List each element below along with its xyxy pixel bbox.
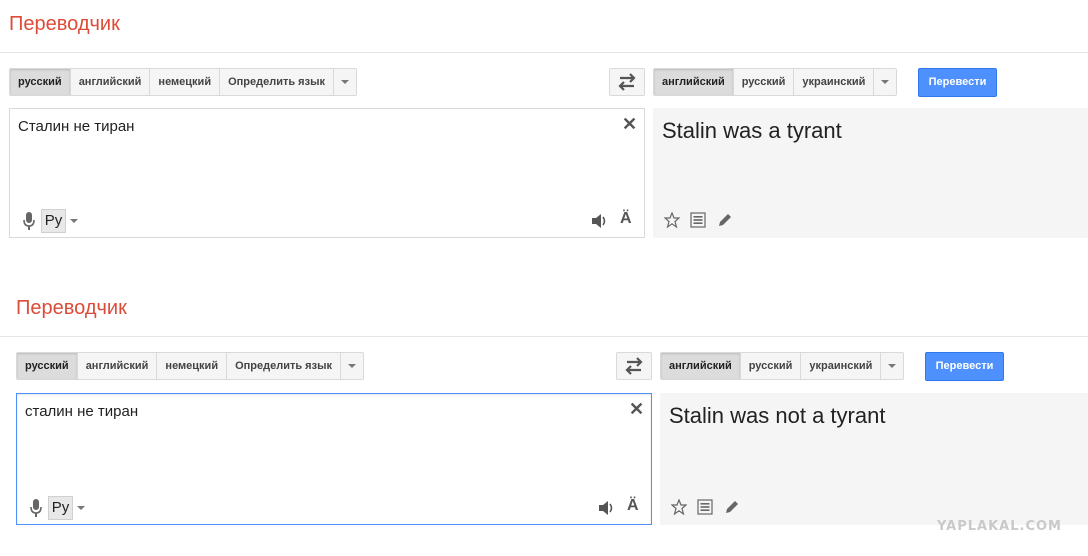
swap-arrows-icon: [618, 73, 636, 91]
target-lang-ukrainian[interactable]: украинский: [801, 353, 882, 379]
page-title: Переводчик: [9, 13, 120, 35]
target-lang-russian[interactable]: русский: [741, 353, 802, 379]
translate-button[interactable]: Перевести: [918, 68, 997, 97]
source-lang-dropdown[interactable]: [334, 69, 356, 95]
virtual-keyboard-button[interactable]: Ä: [627, 497, 639, 515]
target-lang-english[interactable]: английский: [661, 353, 741, 379]
header-divider: [0, 336, 1088, 337]
virtual-keyboard-button[interactable]: Ä: [620, 210, 632, 228]
source-lang-german[interactable]: немецкий: [150, 69, 221, 95]
star-icon[interactable]: [664, 212, 680, 228]
speaker-icon[interactable]: [591, 213, 609, 229]
chevron-down-icon: [888, 364, 897, 368]
source-text: Сталин не тиран: [18, 118, 135, 135]
pencil-icon[interactable]: [724, 499, 740, 515]
source-text: сталин не тиран: [25, 403, 139, 420]
target-lang-dropdown[interactable]: [874, 69, 896, 95]
target-language-bar: английский русский украинский: [660, 352, 905, 380]
source-language-bar: русский английский немецкий Определить я…: [16, 352, 364, 380]
chevron-down-icon[interactable]: [77, 506, 85, 510]
target-lang-russian[interactable]: русский: [734, 69, 795, 95]
header-divider: [0, 52, 1088, 53]
translation-output: Stalin was not a tyrant: [660, 393, 1088, 525]
source-lang-english[interactable]: английский: [78, 353, 158, 379]
source-lang-russian[interactable]: русский: [17, 353, 78, 379]
swap-languages-button[interactable]: [609, 68, 645, 96]
watermark: YAPLAKAL.COM: [937, 519, 1062, 534]
translator-panel-1: Переводчик русский английский немецкий О…: [0, 0, 1088, 250]
chevron-down-icon[interactable]: [70, 219, 78, 223]
close-icon[interactable]: ✕: [622, 114, 637, 135]
input-method-button[interactable]: Ру: [48, 496, 73, 520]
microphone-icon[interactable]: [22, 211, 36, 231]
microphone-icon[interactable]: [29, 498, 43, 518]
source-lang-dropdown[interactable]: [341, 353, 363, 379]
speaker-icon[interactable]: [598, 500, 616, 516]
source-lang-russian[interactable]: русский: [10, 69, 71, 95]
target-language-bar: английский русский украинский: [653, 68, 898, 96]
translate-button[interactable]: Перевести: [925, 352, 1004, 381]
source-lang-detect[interactable]: Определить язык: [220, 69, 334, 95]
source-text-area[interactable]: сталин не тиран ✕ Ру Ä: [16, 393, 652, 525]
translator-panel-2: Переводчик русский английский немецкий О…: [0, 284, 1088, 544]
swap-arrows-icon: [625, 357, 643, 375]
chevron-down-icon: [347, 364, 356, 368]
source-lang-english[interactable]: английский: [71, 69, 151, 95]
source-lang-detect[interactable]: Определить язык: [227, 353, 341, 379]
source-text-area[interactable]: Сталин не тиран ✕ Ру Ä: [9, 108, 645, 238]
target-lang-dropdown[interactable]: [881, 353, 903, 379]
translation-output: Stalin was a tyrant: [653, 108, 1088, 238]
star-icon[interactable]: [671, 499, 687, 515]
translated-text: Stalin was a tyrant: [662, 118, 842, 143]
pencil-icon[interactable]: [717, 212, 733, 228]
source-language-bar: русский английский немецкий Определить я…: [9, 68, 357, 96]
list-icon[interactable]: [697, 499, 713, 515]
swap-languages-button[interactable]: [616, 352, 652, 380]
source-lang-german[interactable]: немецкий: [157, 353, 228, 379]
chevron-down-icon: [881, 80, 890, 84]
target-lang-english[interactable]: английский: [654, 69, 734, 95]
target-lang-ukrainian[interactable]: украинский: [794, 69, 875, 95]
close-icon[interactable]: ✕: [629, 399, 644, 420]
translated-text: Stalin was not a tyrant: [669, 403, 886, 428]
page-title: Переводчик: [16, 297, 127, 319]
list-icon[interactable]: [690, 212, 706, 228]
chevron-down-icon: [340, 80, 349, 84]
input-method-button[interactable]: Ру: [41, 209, 66, 233]
